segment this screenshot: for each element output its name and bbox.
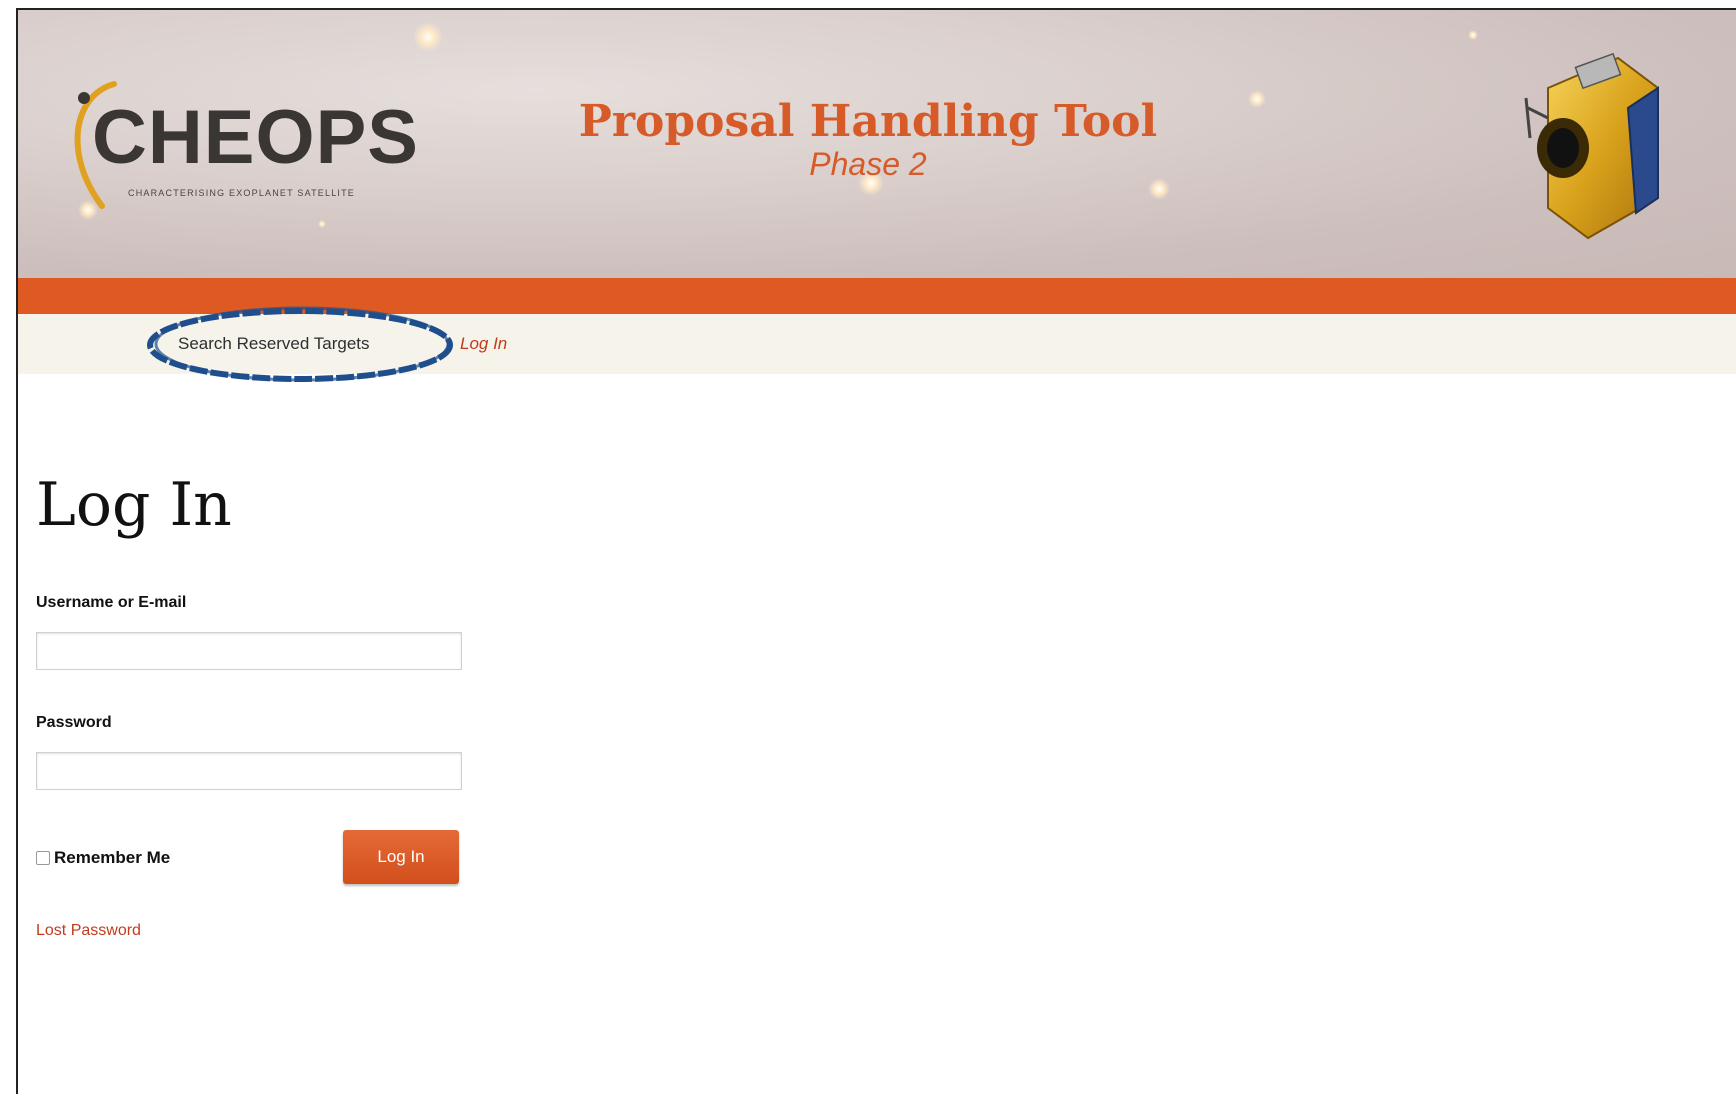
nav-bar: Search Reserved Targets Log In bbox=[18, 314, 1736, 374]
lost-password-link[interactable]: Lost Password bbox=[36, 922, 141, 940]
nav-item-search-reserved-targets[interactable]: Search Reserved Targets bbox=[178, 314, 370, 374]
remember-me-label: Remember Me bbox=[54, 848, 171, 867]
accent-bar bbox=[18, 278, 1736, 314]
header-banner: CHEOPS CHARACTERISING EXOPLANET SATELLIT… bbox=[18, 10, 1736, 278]
app-subtitle: Phase 2 bbox=[809, 146, 927, 183]
star-decoration bbox=[318, 220, 326, 228]
password-label: Password bbox=[36, 714, 112, 731]
password-input[interactable] bbox=[36, 752, 462, 790]
remember-me-row: Remember Me bbox=[36, 848, 170, 868]
star-decoration bbox=[1468, 30, 1478, 40]
page-frame: CHEOPS CHARACTERISING EXOPLANET SATELLIT… bbox=[16, 8, 1736, 1094]
logo-subtitle: CHARACTERISING EXOPLANET SATELLITE bbox=[128, 188, 356, 198]
nav-item-log-in[interactable]: Log In bbox=[460, 314, 507, 374]
log-in-button[interactable]: Log In bbox=[343, 830, 459, 884]
username-label: Username or E-mail bbox=[36, 594, 187, 611]
app-title-block: Proposal Handling Tool Phase 2 bbox=[578, 96, 1158, 183]
cheops-logo[interactable]: CHEOPS CHARACTERISING EXOPLANET SATELLIT… bbox=[68, 80, 458, 210]
remember-me-checkbox[interactable] bbox=[36, 851, 50, 865]
star-decoration bbox=[1248, 90, 1266, 108]
app-title: Proposal Handling Tool bbox=[578, 96, 1158, 147]
page-title: Log In bbox=[36, 470, 232, 540]
username-input[interactable] bbox=[36, 632, 462, 670]
satellite-icon bbox=[1524, 52, 1659, 240]
logo-text: CHEOPS bbox=[92, 95, 419, 180]
star-decoration bbox=[413, 22, 443, 52]
